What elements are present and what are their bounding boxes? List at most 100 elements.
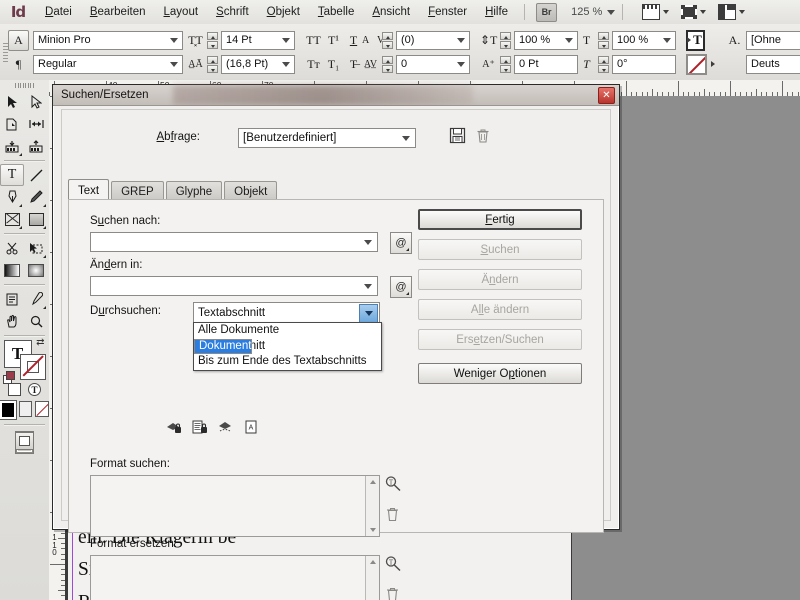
chevron-down-icon[interactable] <box>364 284 372 289</box>
find-change-dialog[interactable]: Suchen/Ersetzen ✕ Abfrage: [Benutzerdefi… <box>52 84 620 530</box>
apply-none-button[interactable] <box>35 401 49 417</box>
search-scope-dropdown-list[interactable]: Alle Dokumente Dokument Textabschnitt Bi… <box>193 322 382 371</box>
menu-datei[interactable]: Datei <box>36 3 81 21</box>
query-combo[interactable]: [Benutzerdefiniert] <box>238 128 416 148</box>
horizontal-scale-combo[interactable]: 100 % <box>612 31 676 50</box>
chevron-down-icon[interactable] <box>282 38 290 43</box>
baseline-shift-field[interactable]: 0 Pt <box>514 55 578 74</box>
include-hidden-layers-icon[interactable] <box>218 420 235 435</box>
zoom-control[interactable]: 125 % <box>571 6 615 18</box>
content-collector-tool[interactable] <box>0 135 24 157</box>
menu-schrift[interactable]: Schrift <box>207 3 258 21</box>
screen-mode-button[interactable] <box>642 4 669 20</box>
vertical-scale-combo[interactable]: 100 % <box>514 31 578 50</box>
preview-mode-button[interactable] <box>681 5 706 19</box>
rectangle-tool[interactable] <box>24 208 48 230</box>
scroll-down-icon[interactable] <box>366 524 379 536</box>
fewer-options-button[interactable]: Weniger Optionen <box>418 363 582 384</box>
include-locked-layers-icon[interactable] <box>166 420 183 435</box>
dropdown-option-dokument[interactable]: Dokument <box>194 339 252 355</box>
chevron-down-icon[interactable] <box>282 62 290 67</box>
horizontal-scale-stepper[interactable] <box>598 32 609 49</box>
format-container-button[interactable] <box>8 383 21 396</box>
chevron-right-icon[interactable] <box>711 61 715 67</box>
chevron-down-icon[interactable] <box>457 62 465 67</box>
hand-tool[interactable] <box>0 310 24 332</box>
font-size-stepper[interactable] <box>207 32 218 49</box>
frame-tool[interactable] <box>0 208 24 230</box>
selection-tool[interactable] <box>0 91 24 113</box>
menu-fenster[interactable]: Fenster <box>419 3 476 21</box>
menu-tabelle[interactable]: Tabelle <box>309 3 363 21</box>
chevron-down-icon[interactable] <box>565 38 573 43</box>
skew-stepper[interactable] <box>598 56 609 73</box>
swap-fill-stroke-icon[interactable]: ⇄ <box>36 337 44 348</box>
workspace-button[interactable] <box>718 4 745 20</box>
stroke-color-button[interactable] <box>686 54 707 75</box>
kerning-stepper[interactable] <box>382 32 393 49</box>
paragraph-formatting-button[interactable]: ¶ <box>8 54 29 75</box>
menu-objekt[interactable]: Objekt <box>258 3 309 21</box>
font-style-combo[interactable]: Regular <box>33 55 183 74</box>
chevron-down-icon[interactable] <box>700 10 706 14</box>
gap-tool[interactable] <box>24 113 48 135</box>
vertical-scale-stepper[interactable] <box>500 32 511 49</box>
kerning-combo[interactable]: (0) <box>396 31 470 50</box>
bridge-button[interactable]: Br <box>536 3 557 22</box>
all-caps-button[interactable]: TT <box>305 31 322 50</box>
font-family-combo[interactable]: Minion Pro <box>33 31 183 50</box>
scroll-up-icon[interactable] <box>366 476 379 488</box>
content-placer-tool[interactable] <box>24 135 48 157</box>
note-tool[interactable] <box>0 288 24 310</box>
underline-button[interactable]: T <box>345 31 362 50</box>
gradient-feather-tool[interactable] <box>24 259 48 281</box>
format-find-scrollbar[interactable] <box>365 476 379 536</box>
include-master-pages-icon[interactable]: A <box>244 420 261 435</box>
menu-ansicht[interactable]: Ansicht <box>363 3 419 21</box>
change-find-button[interactable]: Ersetzen/Suchen <box>418 329 582 350</box>
include-locked-stories-icon[interactable] <box>192 420 209 435</box>
format-replace-box[interactable] <box>90 555 380 600</box>
dialog-title-bar[interactable]: Suchen/Ersetzen ✕ <box>53 85 619 106</box>
character-style-combo[interactable]: [Ohne <box>746 31 800 50</box>
chevron-down-icon[interactable] <box>739 10 745 14</box>
scroll-up-icon[interactable] <box>366 556 379 568</box>
dropdown-option-bis-zum-ende[interactable]: Bis zum Ende des Textabschnitts <box>194 354 381 370</box>
format-replace-specify-button[interactable]: T <box>384 555 402 575</box>
pencil-tool[interactable] <box>24 186 48 208</box>
save-query-button[interactable] <box>449 127 466 147</box>
type-tool[interactable]: T <box>0 164 24 186</box>
chevron-down-icon[interactable] <box>457 38 465 43</box>
menu-hilfe[interactable]: Hilfe <box>476 3 517 21</box>
format-find-specify-button[interactable]: T <box>384 475 402 495</box>
preview-view-mode-button[interactable] <box>15 432 34 450</box>
baseline-shift-stepper[interactable] <box>500 56 511 73</box>
default-fill-stroke-icon[interactable] <box>3 371 14 382</box>
delete-query-button[interactable] <box>475 127 491 147</box>
free-transform-tool[interactable] <box>24 237 48 259</box>
tracking-stepper[interactable] <box>382 56 393 73</box>
format-find-clear-button[interactable] <box>385 506 400 525</box>
control-panel-grip[interactable] <box>0 30 8 74</box>
character-formatting-button[interactable]: A <box>8 30 29 51</box>
direct-selection-tool[interactable] <box>24 91 48 113</box>
format-replace-clear-button[interactable] <box>385 586 400 600</box>
small-caps-button[interactable]: Tт <box>305 55 322 74</box>
tracking-combo[interactable]: 0 <box>396 55 470 74</box>
apply-gradient-button[interactable] <box>19 401 33 417</box>
change-input[interactable] <box>90 276 378 296</box>
chevron-down-icon[interactable] <box>663 38 671 43</box>
page-tool[interactable] <box>0 113 24 135</box>
menu-bearbeiten[interactable]: Bearbeiten <box>81 3 155 21</box>
subscript-button[interactable]: T₁ <box>325 55 342 74</box>
format-find-box[interactable] <box>90 475 380 537</box>
chevron-down-icon[interactable] <box>359 304 378 323</box>
zoom-tool[interactable] <box>24 310 48 332</box>
chevron-down-icon[interactable] <box>402 136 410 141</box>
pen-tool[interactable] <box>0 186 24 208</box>
gradient-swatch-tool[interactable] <box>0 259 24 281</box>
superscript-button[interactable]: T¹ <box>325 31 342 50</box>
menu-layout[interactable]: Layout <box>155 3 208 21</box>
dropdown-option-alle-dokumente[interactable]: Alle Dokumente <box>194 323 381 339</box>
chevron-down-icon[interactable] <box>170 38 178 43</box>
